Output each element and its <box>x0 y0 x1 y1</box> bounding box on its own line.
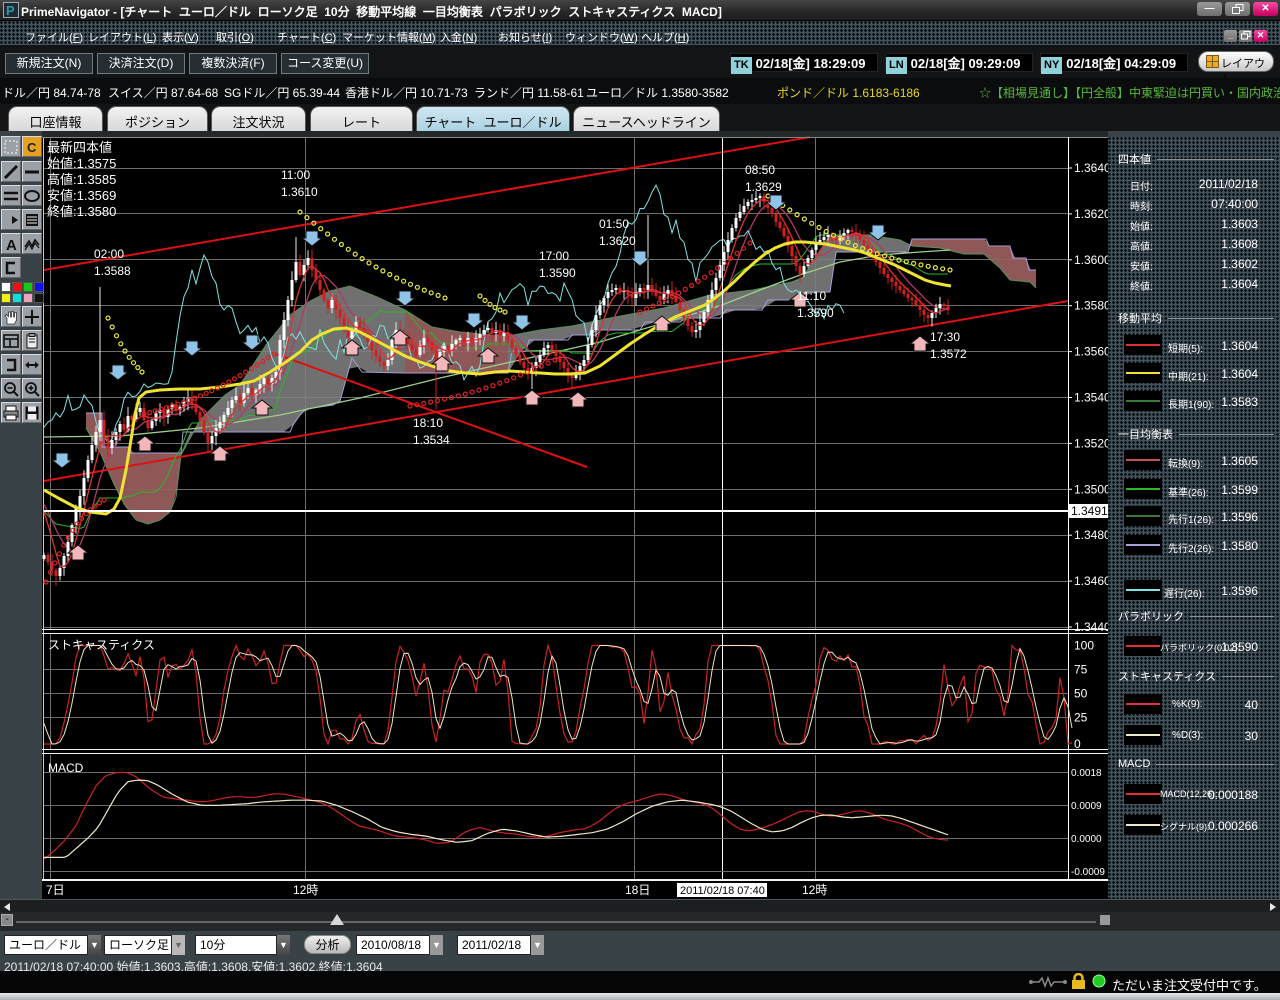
svg-text:C: C <box>27 140 37 155</box>
svg-text:始値:1.3575: 始値:1.3575 <box>47 156 116 171</box>
svg-text:11:10: 11:10 <box>797 289 826 303</box>
svg-text:1.3500: 1.3500 <box>1074 482 1108 496</box>
svg-text:P: P <box>6 3 15 18</box>
svg-text:1.3610: 1.3610 <box>281 185 318 199</box>
svg-text:1.3620: 1.3620 <box>599 234 636 248</box>
svg-text:100: 100 <box>1074 639 1094 653</box>
svg-text:1.3590: 1.3590 <box>797 306 834 320</box>
svg-text:7日: 7日 <box>46 883 65 897</box>
svg-text:終値:1.3580: 終値:1.3580 <box>47 204 116 219</box>
svg-text:1.3588: 1.3588 <box>94 264 131 278</box>
svg-text:08:50: 08:50 <box>745 163 775 177</box>
svg-text:1.3580: 1.3580 <box>1074 299 1108 313</box>
svg-text:18日: 18日 <box>625 883 650 897</box>
svg-text:18:10: 18:10 <box>413 416 443 430</box>
svg-text:1.3640: 1.3640 <box>1074 161 1108 175</box>
svg-text:0: 0 <box>1074 737 1081 751</box>
svg-text:25: 25 <box>1074 711 1088 725</box>
svg-text:0.0000: 0.0000 <box>1071 834 1102 845</box>
svg-text:A: A <box>6 237 17 253</box>
svg-text:12時: 12時 <box>802 883 827 897</box>
svg-text:1.3520: 1.3520 <box>1074 436 1108 450</box>
svg-text:1.3491: 1.3491 <box>1071 504 1108 518</box>
svg-text:1.3534: 1.3534 <box>413 433 450 447</box>
svg-text:-0.0009: -0.0009 <box>1071 867 1105 878</box>
svg-text:01:50: 01:50 <box>599 217 629 231</box>
svg-text:1.3480: 1.3480 <box>1074 528 1108 542</box>
svg-text:1.3572: 1.3572 <box>930 347 967 361</box>
svg-text:ストキャスティクス: ストキャスティクス <box>48 638 155 652</box>
svg-text:1.3440: 1.3440 <box>1074 620 1108 634</box>
svg-text:2011/02/18 07:40: 2011/02/18 07:40 <box>680 885 765 897</box>
svg-text:11:00: 11:00 <box>281 168 310 182</box>
svg-text:17:30: 17:30 <box>930 330 960 344</box>
svg-text:02:00: 02:00 <box>94 247 124 261</box>
svg-text:安値:1.3569: 安値:1.3569 <box>47 188 116 203</box>
svg-text:12時: 12時 <box>293 883 318 897</box>
svg-text:高値:1.3585: 高値:1.3585 <box>47 172 116 187</box>
svg-text:1.3540: 1.3540 <box>1074 391 1108 405</box>
svg-text:1.3620: 1.3620 <box>1074 207 1108 221</box>
svg-text:17:00: 17:00 <box>539 249 569 263</box>
svg-text:1.3590: 1.3590 <box>539 266 576 280</box>
svg-text:75: 75 <box>1074 663 1088 677</box>
svg-text:0.0018: 0.0018 <box>1071 768 1102 779</box>
svg-text:MACD: MACD <box>48 761 84 775</box>
svg-text:1.3460: 1.3460 <box>1074 574 1108 588</box>
svg-text:1.3629: 1.3629 <box>745 180 782 194</box>
svg-text:50: 50 <box>1074 687 1088 701</box>
svg-text:最新四本値: 最新四本値 <box>47 140 112 155</box>
svg-text:0.0009: 0.0009 <box>1071 801 1102 812</box>
svg-text:1.3560: 1.3560 <box>1074 345 1108 359</box>
svg-text:1.3600: 1.3600 <box>1074 253 1108 267</box>
